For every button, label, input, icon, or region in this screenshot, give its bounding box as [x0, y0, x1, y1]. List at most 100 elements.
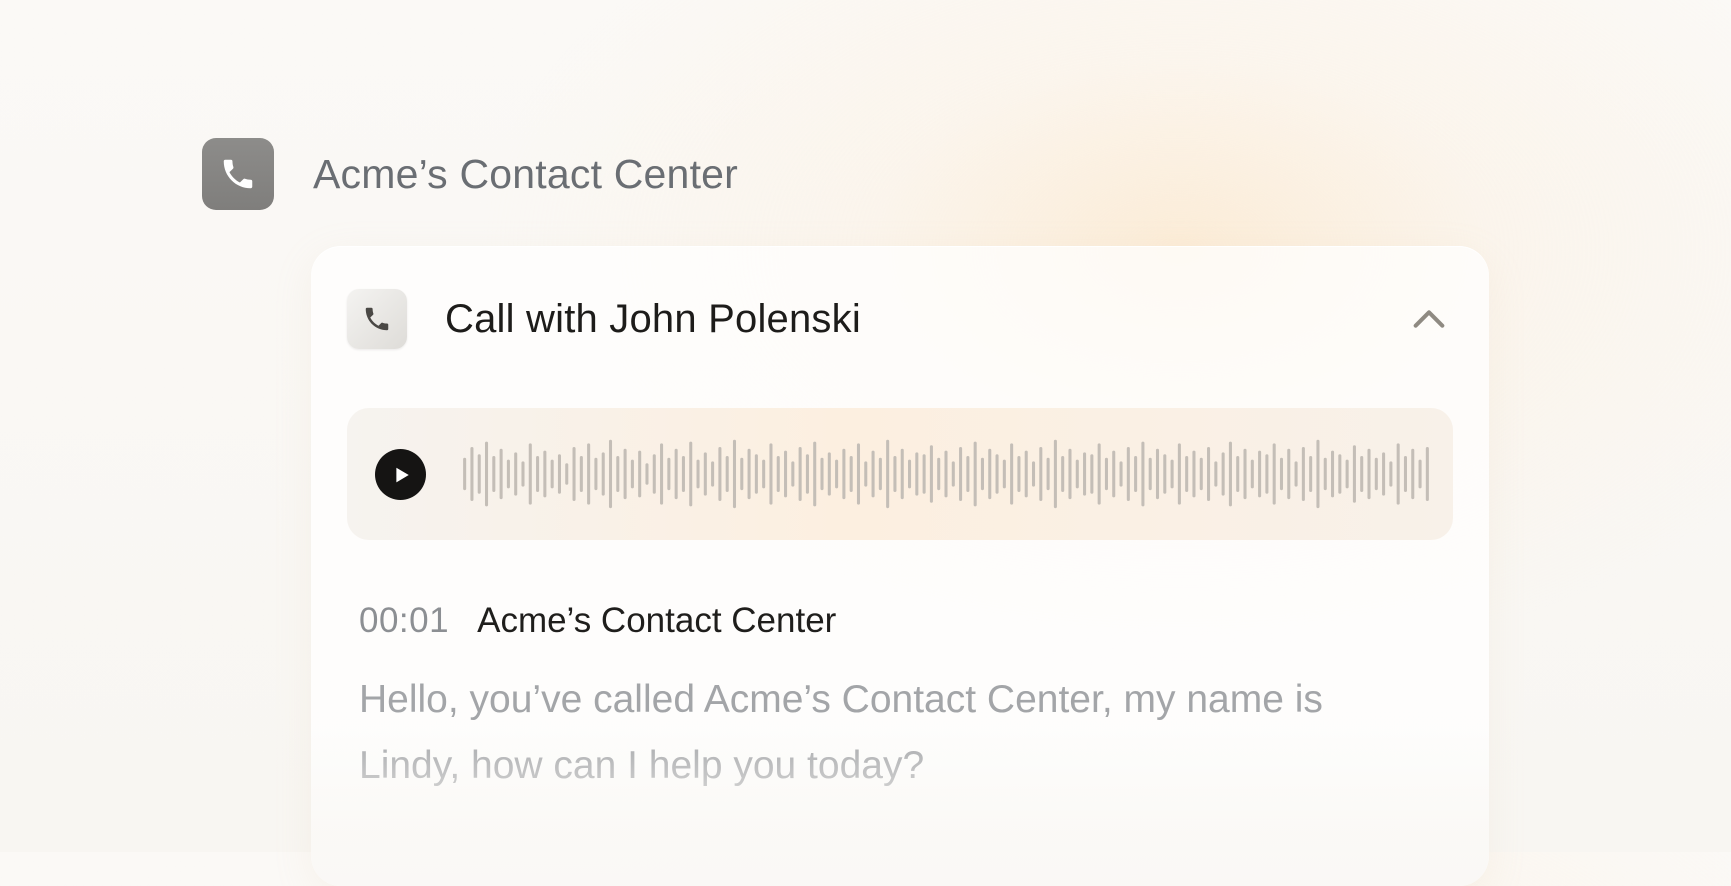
call-title: Call with John Polenski	[445, 296, 861, 341]
waveform-bar	[1309, 456, 1313, 492]
waveform-bar	[630, 459, 634, 489]
waveform-bar	[762, 459, 766, 489]
waveform-bar	[543, 450, 547, 498]
waveform-bar	[1345, 459, 1349, 489]
waveform-bar	[463, 457, 467, 491]
waveform-bar	[937, 457, 941, 491]
transcript-entry-meta: 00:01 Acme’s Contact Center	[359, 601, 1449, 641]
waveform-bar	[674, 448, 678, 500]
waveform-bar	[1367, 448, 1371, 500]
waveform-bar	[1083, 452, 1087, 496]
waveform-bar	[1155, 448, 1160, 500]
waveform-bar	[784, 450, 788, 498]
waveform-bar	[557, 454, 561, 494]
waveform-bar	[980, 457, 984, 491]
waveform-bar	[842, 448, 846, 500]
waveform-bar	[1221, 452, 1225, 496]
waveform-bar	[959, 447, 963, 501]
waveform-bar	[492, 456, 496, 492]
waveform-bar	[1177, 443, 1181, 505]
waveform-bar	[791, 461, 795, 487]
waveform-bar	[1119, 461, 1123, 487]
waveform-bar	[988, 448, 992, 500]
waveform-bar	[747, 448, 751, 500]
waveform-bar	[886, 439, 890, 509]
waveform-bar	[1411, 448, 1415, 500]
waveform-bar	[1134, 456, 1138, 492]
waveform-bar	[594, 457, 598, 491]
waveform-bar	[754, 454, 758, 494]
waveform-bar	[1039, 447, 1043, 501]
waveform-bar	[1323, 457, 1327, 491]
waveform-bar	[1075, 459, 1079, 489]
waveform-bar	[813, 441, 817, 507]
app-header: Acme’s Contact Center	[202, 138, 738, 210]
waveform-bar	[1389, 461, 1393, 487]
waveform-bar	[681, 456, 685, 492]
waveform-bar	[973, 441, 977, 507]
waveform-bar	[1228, 441, 1232, 507]
waveform-bar	[827, 452, 831, 496]
waveform-bar	[878, 457, 882, 491]
waveform-bar	[893, 456, 897, 492]
waveform-bar	[732, 439, 737, 509]
waveform-bar	[1250, 459, 1254, 489]
waveform-bar	[1287, 448, 1291, 500]
waveform-bar	[550, 459, 554, 489]
waveform-bar	[1199, 457, 1203, 491]
waveform-bar	[1053, 439, 1057, 509]
waveform-bar	[1170, 459, 1174, 489]
waveform-bar	[1425, 447, 1429, 501]
waveform-bar	[1148, 457, 1152, 491]
waveform-bar	[470, 447, 474, 501]
waveform-bar	[1097, 443, 1101, 505]
waveform-bar	[521, 461, 525, 487]
timestamp: 00:01	[359, 601, 450, 640]
waveform[interactable]	[461, 438, 1431, 510]
waveform-bar	[1104, 457, 1108, 491]
play-button[interactable]	[375, 449, 426, 500]
waveform-bar	[1068, 448, 1072, 500]
waveform-bar	[1031, 461, 1036, 487]
waveform-bar	[908, 459, 912, 489]
waveform-bar	[696, 459, 700, 489]
waveform-bar	[1214, 461, 1218, 487]
transcript-text: Hello, you’ve called Acme’s Contact Cent…	[359, 678, 1323, 787]
waveform-bar	[820, 457, 824, 491]
speaker-name: Acme’s Contact Center	[477, 601, 837, 640]
waveform-bar	[1090, 454, 1094, 494]
waveform-bar	[667, 457, 671, 491]
play-icon	[396, 467, 409, 482]
waveform-bar	[1024, 450, 1028, 498]
waveform-bar	[484, 441, 489, 507]
waveform-bar	[1301, 447, 1305, 501]
waveform-bar	[718, 447, 722, 501]
waveform-bar	[871, 450, 875, 498]
waveform-bar	[1258, 450, 1262, 498]
waveform-bar	[725, 456, 729, 492]
waveform-bar	[966, 456, 970, 492]
call-card: Call with John Polenski 00:01 Acme’s Con…	[311, 246, 1489, 886]
waveform-bar	[849, 456, 853, 492]
waveform-bar	[1331, 450, 1335, 498]
waveform-bar	[1396, 443, 1400, 505]
waveform-bar	[1272, 443, 1276, 505]
waveform-bar	[805, 454, 809, 494]
waveform-bar	[652, 454, 656, 494]
waveform-bar	[835, 459, 839, 489]
waveform-bar	[1002, 459, 1006, 489]
waveform-bar	[1046, 457, 1050, 491]
waveform-bar	[798, 447, 802, 501]
waveform-bar	[1010, 443, 1014, 505]
waveform-bar	[623, 448, 627, 500]
waveform-bar	[1163, 454, 1167, 494]
waveform-bar	[1061, 456, 1065, 492]
waveform-bar	[1352, 445, 1356, 503]
call-header[interactable]: Call with John Polenski	[347, 289, 1453, 349]
waveform-bar	[1017, 456, 1021, 492]
waveform-bar	[703, 452, 707, 496]
waveform-bar	[514, 452, 518, 496]
waveform-bar	[499, 448, 503, 500]
waveform-bar	[951, 461, 955, 487]
collapse-button[interactable]	[1405, 295, 1453, 343]
